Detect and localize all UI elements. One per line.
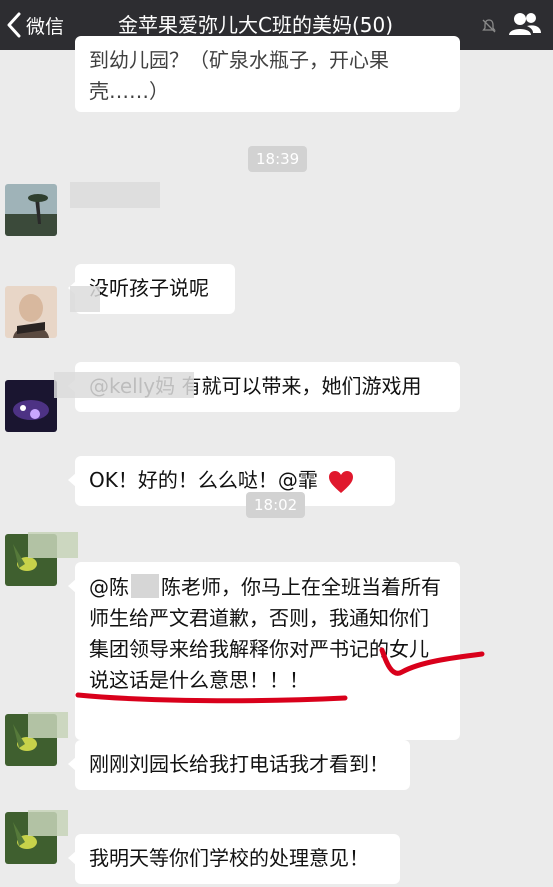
avatar-image	[5, 184, 57, 236]
message-text: 到幼儿园？（矿泉水瓶子，开心果壳……）	[89, 48, 389, 103]
chat-area[interactable]: 到幼儿园？（矿泉水瓶子，开心果壳……） 18:39 没听孩子说呢 @kelly妈…	[0, 36, 553, 887]
sender-name-blurred	[28, 712, 68, 738]
heart-emoji-icon	[328, 470, 353, 493]
avatar-image	[5, 286, 57, 338]
back-label: 微信	[26, 15, 65, 38]
message-text: 我明天等你们学校的处理意见！	[89, 846, 369, 870]
message-text: @陈 陈老师，你马上在全班当着所有师生给严文君道歉，否则，我通知你们集团领导来给我…	[89, 574, 441, 692]
chevron-left-icon	[7, 12, 21, 38]
timestamp: 18:39	[248, 146, 308, 172]
message-bubble[interactable]: @陈 陈老师，你马上在全班当着所有师生给严文君道歉，否则，我通知你们集团领导来给我…	[68, 562, 460, 740]
avatar[interactable]	[5, 184, 57, 236]
sender-name-blurred	[70, 182, 160, 208]
message-bubble[interactable]: 刚刚刘园长给我打电话我才看到！	[68, 740, 410, 790]
message-bubble[interactable]: 到幼儿园？（矿泉水瓶子，开心果壳……）	[75, 36, 460, 112]
sender-name-blurred	[70, 286, 100, 312]
sender-name-blurred	[54, 372, 194, 398]
avatar[interactable]	[5, 286, 57, 338]
avatar-image	[5, 380, 57, 432]
sender-name-blurred	[28, 810, 68, 836]
mute-bell-icon	[482, 19, 496, 33]
message-text: 刚刚刘园长给我打电话我才看到！	[89, 752, 389, 776]
back-button[interactable]: 微信	[6, 0, 64, 50]
redacted-name	[131, 574, 159, 598]
avatar[interactable]	[5, 380, 57, 432]
sender-name-blurred	[28, 532, 78, 558]
timestamp: 18:02	[246, 492, 306, 518]
message-bubble[interactable]: OK！好的！么么哒！@霏	[68, 456, 395, 506]
message-text: OK！好的！么么哒！@霏	[75, 456, 395, 505]
message-bubble[interactable]: 我明天等你们学校的处理意见！	[68, 834, 400, 884]
group-info-icon[interactable]	[508, 11, 542, 37]
